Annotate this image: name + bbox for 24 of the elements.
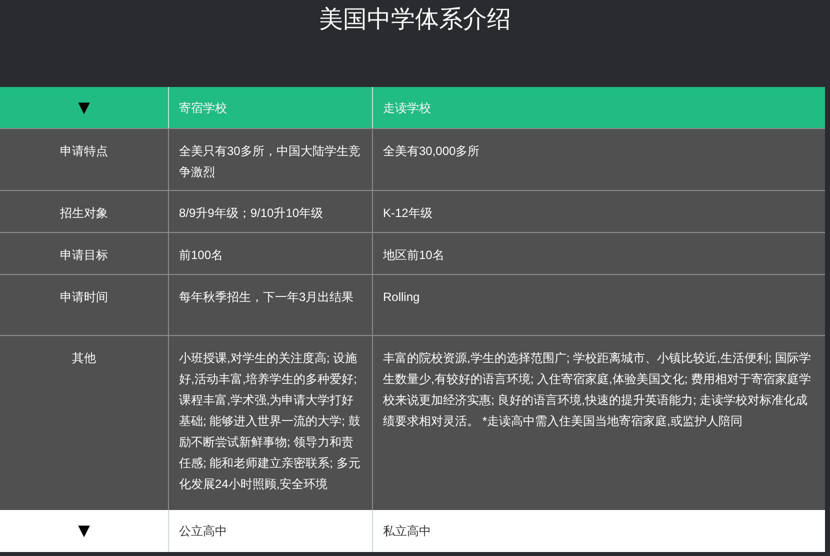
table-cell-text: 8/9升9年级；9/10升10年级 (179, 205, 324, 222)
column-header: 寄宿学校 (179, 100, 227, 116)
table-cell-text: 小班授课,对学生的关注度高; 设施好,活动丰富,培养学生的多种爱好; 课程丰富,学术强,为申请大学打好基础; 能够进入世界一流的大学; 鼓励不断尝试新鲜事物; 领导力和责任感; 能和老师建立亲密联系; 多元化发展24小时照顾,安全环境 (179, 350, 362, 493)
row-label: 其他 (72, 350, 96, 367)
table-cell-text: 全美有30,000多所 (383, 143, 481, 160)
table-cell-text: Rolling (383, 289, 421, 306)
row-label: 招生对象 (60, 205, 108, 222)
row-label: 申请目标 (60, 247, 108, 264)
table-cell-text: 每年秋季招生，下一年3月出结果 (179, 289, 355, 306)
column-header: 走读学校 (383, 100, 431, 116)
section-header[interactable]: ▼ 公立高中 私立高中 (0, 510, 825, 552)
table-cell-text: 丰富的院校资源,学生的选择范围广; 学校距离城市、小镇比较近,生活便利; 国际学生数量少,有较好的语言环境; 入住寄宿家庭,体验美国文化; 费用相对于寄宿家庭学校来说更加经济实惠; 良好的语言环境,快速的提升英语能力; 走读学校对标准化成绩要求相对灵活。 *走读高中需入住美国当地寄宿家庭,或监护人陪同 (383, 350, 812, 430)
row-label: 申请特点 (60, 143, 108, 160)
toggle-arrow[interactable]: ▼ (74, 521, 94, 541)
table-cell-text: 地区前10名 (383, 247, 446, 264)
table-cell-text: 前100名 (179, 247, 224, 264)
table-cell-text: K-12年级 (383, 205, 434, 222)
column-header: 私立高中 (383, 523, 431, 540)
table-cell-text: 全美只有30多所，中国大陆学生竞争激烈 (179, 143, 362, 181)
section-header[interactable]: ▼ 寄宿学校 走读学校 (0, 87, 825, 128)
row-label: 申请时间 (60, 289, 108, 306)
column-header: 公立高中 (179, 523, 227, 540)
toggle-arrow[interactable]: ▼ (74, 98, 94, 118)
page-title: 美国中学体系介绍 (319, 5, 511, 35)
